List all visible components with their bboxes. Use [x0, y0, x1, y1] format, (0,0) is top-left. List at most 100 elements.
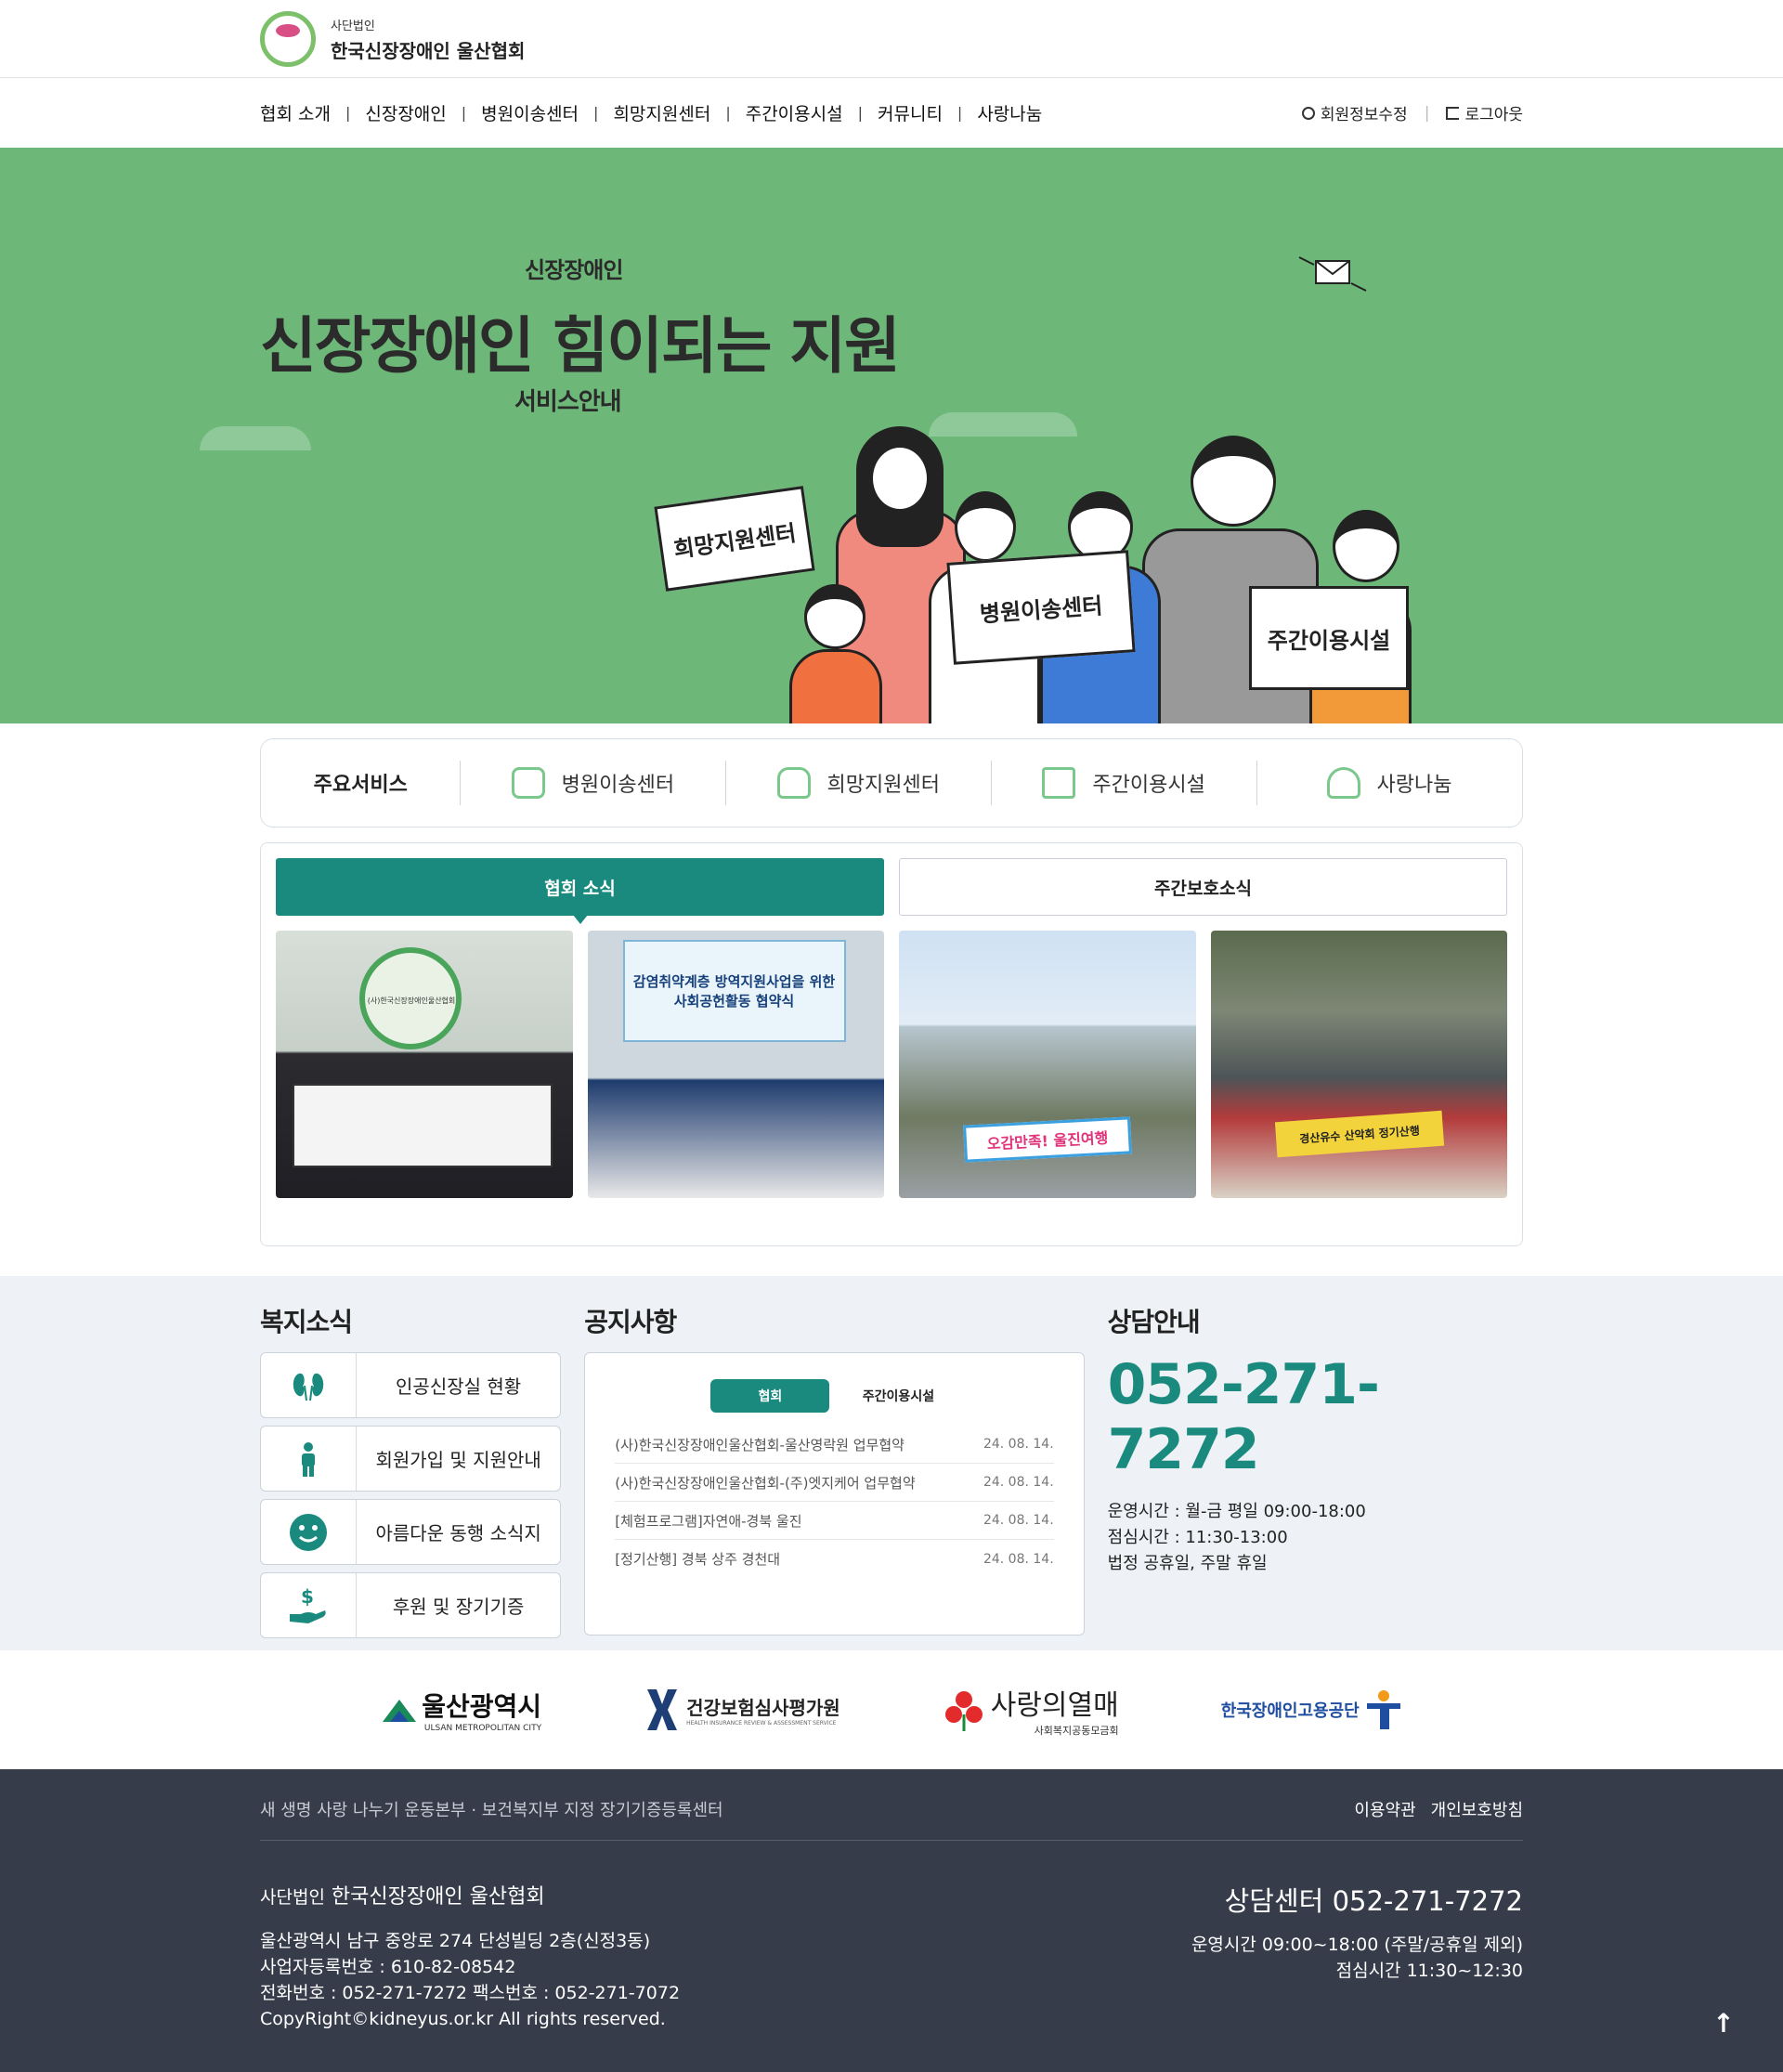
person-icon: [261, 1427, 357, 1491]
service-sharing[interactable]: 사랑나눔: [1256, 761, 1522, 805]
util-separator: |: [1424, 103, 1430, 123]
footer-right: 상담센터 052-271-7272 운영시간 09:00~18:00 (주말/공…: [1191, 1880, 1523, 2032]
welfare-item-membership[interactable]: 회원가입 및 지원안내: [260, 1426, 562, 1492]
nav-separator: |: [461, 104, 467, 122]
photo-document: [293, 1084, 553, 1167]
logo-sub: 사단법인: [331, 19, 375, 33]
notice-row[interactable]: (사)한국신장장애인울산협회-(주)엣지케어 업무협약 24. 08. 14.: [615, 1464, 1054, 1502]
footer-org-prefix: 사단법인: [260, 1887, 325, 1908]
person-head: [804, 584, 865, 649]
footer-privacy-link[interactable]: 개인보호방침: [1431, 1797, 1523, 1821]
partner-hira-en: HEALTH INSURANCE REVIEW & ASSESSMENT SER…: [686, 1720, 837, 1727]
welfare-label: 후원 및 장기기증: [392, 1596, 525, 1618]
footer-left: 사단법인 한국신장장애인 울산협회 울산광역시 남구 중앙로 274 단성빌딩 …: [260, 1880, 680, 2032]
logout-icon: [1446, 106, 1460, 120]
person-head: [1333, 510, 1399, 582]
user-icon: [1301, 106, 1315, 120]
nav-day-care[interactable]: 주간이용시설: [746, 100, 843, 125]
services-heading: 주요서비스: [313, 774, 408, 797]
partner-hira[interactable]: 건강보험심사평가원 HEALTH INSURANCE REVIEW & ASSE…: [644, 1688, 840, 1732]
nav-hospital-transfer[interactable]: 병원이송센터: [481, 100, 579, 125]
partner-chest-name: 사랑의열매: [990, 1689, 1119, 1722]
welfare-label: 아름다운 동행 소식지: [375, 1522, 541, 1544]
notice-tabs: 협회 주간이용시설: [615, 1379, 1053, 1413]
news-photos: (사)한국신장장애인울산협회 감염취약계층 방역지원사업을 위한 사회공헌활동 …: [276, 931, 1507, 1198]
news-panel: 협회 소식 주간보호소식 (사)한국신장장애인울산협회 감염취약계층 방역지원사…: [260, 842, 1523, 1246]
hero-bottom-label: 서비스안내: [514, 388, 622, 416]
news-photo[interactable]: (사)한국신장장애인울산협회: [276, 931, 573, 1198]
footer-hours: 운영시간 09:00~18:00 (주말/공휴일 제외): [1191, 1935, 1523, 1955]
main-nav: 협회 소개 | 신장장애인 | 병원이송센터 | 희망지원센터 | 주간이용시설…: [0, 78, 1783, 148]
partner-logos: 울산광역시 ULSAN METROPOLITAN CITY 건강보험심사평가원 …: [0, 1650, 1783, 1769]
nav-separator: |: [957, 104, 963, 122]
partner-community-chest[interactable]: 사랑의열매 사회복지공동모금회: [943, 1682, 1119, 1738]
partner-kead-name: 한국장애인고용공단: [1220, 1701, 1360, 1721]
footer-links: 이용약관 개인보호방침: [1354, 1797, 1523, 1821]
footer-lunch: 점심시간 11:30~12:30: [1335, 1961, 1523, 1981]
notice-title-text: [정기산행] 경북 상주 경천대: [615, 1551, 781, 1568]
partner-ulsan[interactable]: 울산광역시 ULSAN METROPOLITAN CITY: [381, 1687, 541, 1733]
kead-logo-icon: [1366, 1690, 1400, 1729]
hand-heart-icon: [1326, 767, 1360, 799]
tab-association-news[interactable]: 협회 소식: [276, 858, 884, 924]
nav-patient[interactable]: 신장장애인: [365, 100, 446, 125]
news-photo[interactable]: 경산유수 산악회 정기산행: [1210, 931, 1507, 1198]
footer-address: 울산광역시 남구 중앙로 274 단성빌딩 2층(신정3동): [260, 1931, 651, 1951]
ambulance-icon: [511, 767, 545, 799]
tab-notice-association[interactable]: 협회: [710, 1379, 830, 1413]
tab-daycare-news[interactable]: 주간보호소식: [899, 858, 1507, 916]
service-label: 사랑나눔: [1376, 774, 1452, 797]
info-section: 복지소식 인공신장실 현황 회원가입 및 지원안내 아름다운 동행 소식지 $ …: [0, 1276, 1783, 1650]
notice-title: 공지사항: [584, 1307, 677, 1337]
notice-row[interactable]: [정기산행] 경북 상주 경천대 24. 08. 14.: [615, 1540, 1053, 1578]
news-photo[interactable]: 감염취약계층 방역지원사업을 위한 사회공헌활동 협약식: [587, 931, 884, 1198]
nav-hope-center[interactable]: 희망지원센터: [613, 100, 710, 125]
profile-edit-link[interactable]: 회원정보수정: [1301, 101, 1408, 124]
footer-tagline: 새 생명 사랑 나누기 운동본부 · 보건복지부 지정 장기기증등록센터: [260, 1801, 723, 1820]
partner-hira-name: 건강보험심사평가원: [686, 1697, 840, 1719]
partner-ulsan-en: ULSAN METROPOLITAN CITY: [423, 1724, 542, 1733]
paper-plane-icon: [1298, 256, 1367, 292]
welfare-item-dialysis[interactable]: 인공신장실 현황: [260, 1352, 562, 1418]
nav-sharing[interactable]: 사랑나눔: [977, 100, 1042, 125]
service-hospital-transfer[interactable]: 병원이송센터: [460, 761, 725, 805]
service-hope-center[interactable]: 희망지원센터: [725, 761, 991, 805]
person-head: [870, 445, 930, 512]
calendar-heart-icon: [1042, 767, 1076, 799]
welfare-label: 회원가입 및 지원안내: [375, 1449, 541, 1471]
fruit-logo-icon: [944, 1691, 983, 1731]
partner-kead[interactable]: 한국장애인고용공단: [1221, 1688, 1402, 1731]
logo[interactable]: 사단법인 한국신장장애인 울산협회: [331, 16, 525, 63]
welfare-item-donation[interactable]: $ 후원 및 장기기증: [260, 1572, 562, 1638]
nav-about[interactable]: 협회 소개: [260, 100, 331, 125]
notice-board: 공지사항 협회 주간이용시설 (사)한국신장장애인울산협회-울산영락원 업무협약…: [584, 1302, 1085, 1646]
notice-title-text: (사)한국신장장애인울산협회-(주)엣지케어 업무협약: [615, 1474, 916, 1492]
partner-ulsan-name: 울산광역시: [422, 1691, 542, 1722]
consult-info: 상담안내 052-271-7272 운영시간 : 월-금 평일 09:00-18…: [1108, 1302, 1523, 1646]
notice-row[interactable]: [체험프로그램]자연애-경북 울진 24. 08. 14.: [615, 1502, 1054, 1540]
welfare-title: 복지소식: [260, 1307, 353, 1337]
service-label: 희망지원센터: [826, 774, 940, 797]
notice-date: 24. 08. 14.: [983, 1475, 1054, 1490]
consult-hours: 운영시간 : 월-금 평일 09:00-18:00: [1107, 1502, 1366, 1521]
consult-phone[interactable]: 052-271-7272: [1108, 1352, 1523, 1482]
nav-community[interactable]: 커뮤니티: [878, 100, 943, 125]
news-photo[interactable]: 오감만족! 울진여행: [899, 931, 1196, 1198]
notice-date: 24. 08. 14.: [983, 1551, 1054, 1567]
welfare-item-newsletter[interactable]: 아름다운 동행 소식지: [260, 1499, 562, 1565]
logo-icon[interactable]: [260, 11, 316, 67]
donation-icon: $: [261, 1573, 357, 1637]
notice-row[interactable]: (사)한국신장장애인울산협회-울산영락원 업무협약 24. 08. 14.: [615, 1426, 1054, 1464]
consult-holiday: 법정 공휴일, 주말 휴일: [1107, 1554, 1268, 1573]
logout-label: 로그아웃: [1464, 106, 1523, 124]
scroll-top-button[interactable]: ↑: [1699, 1999, 1748, 2047]
service-day-care[interactable]: 주간이용시설: [991, 761, 1256, 805]
notice-title-text: [체험프로그램]자연애-경북 울진: [615, 1512, 802, 1530]
footer-business-no: 사업자등록번호 : 610-82-08542: [260, 1957, 516, 1977]
footer-terms-link[interactable]: 이용약관: [1354, 1797, 1415, 1821]
hira-logo-icon: [647, 1689, 678, 1730]
tab-notice-daycare[interactable]: 주간이용시설: [839, 1379, 957, 1413]
logout-link[interactable]: 로그아웃: [1446, 101, 1523, 124]
service-label: 주간이용시설: [1092, 774, 1205, 797]
consult-title: 상담안내: [1107, 1307, 1201, 1337]
